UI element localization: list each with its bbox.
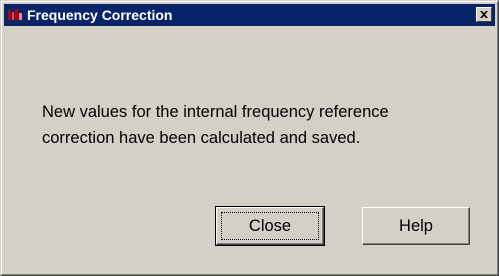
dialog-window: Frequency Correction New values for the … <box>0 0 499 276</box>
app-icon <box>8 9 22 20</box>
title-bar[interactable]: Frequency Correction <box>4 4 495 26</box>
window-title: Frequency Correction <box>27 7 173 23</box>
help-button-label: Help <box>399 216 433 235</box>
message-line-1: New values for the internal frequency re… <box>42 103 389 121</box>
close-button-label: Close <box>248 216 292 235</box>
dialog-frame: Frequency Correction New values for the … <box>1 1 498 275</box>
help-button[interactable]: Help <box>362 207 470 245</box>
message-line-2: correction have been calculated and save… <box>42 129 361 147</box>
close-window-button[interactable] <box>476 7 492 22</box>
message-text: New values for the internal frequency re… <box>42 99 482 151</box>
close-button[interactable]: Close <box>215 206 325 246</box>
close-icon <box>480 11 488 18</box>
